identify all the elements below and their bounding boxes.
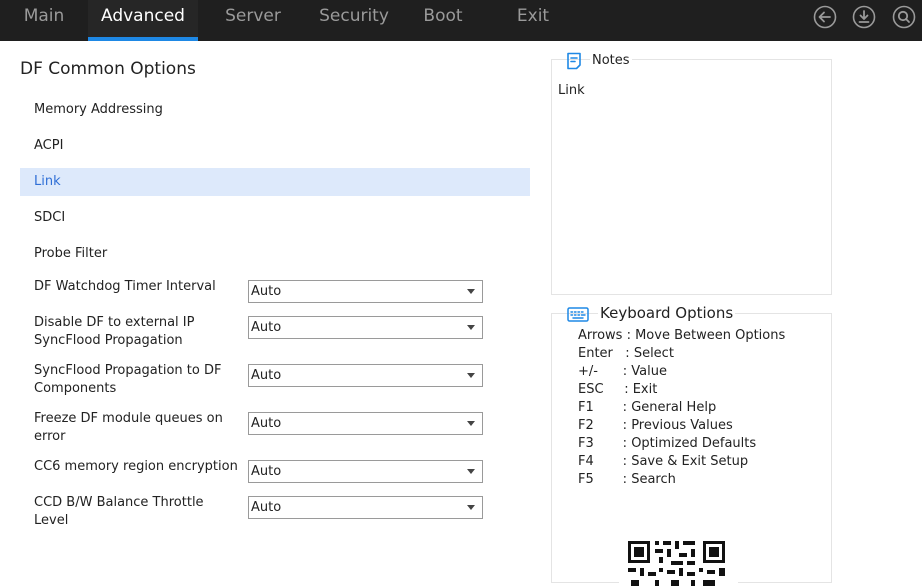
key-name: F1 [578,400,594,415]
keyboard-line: F4 : Save & Exit Setup [578,454,748,469]
select-value: Auto [251,500,282,515]
key-description: : Search [593,472,676,487]
keyboard-line: F3 : Optimized Defaults [578,436,756,451]
option-label-df-watchdog: DF Watchdog Timer Interval [34,279,216,294]
tab-advanced[interactable]: Advanced [88,0,198,41]
select-value: Auto [251,464,282,479]
key-name: +/- [578,364,598,379]
chevron-down-icon [467,325,475,330]
key-name: F4 [578,454,594,469]
cc6-encryption-select[interactable]: Auto [248,460,483,483]
key-description: : Exit [603,382,658,397]
key-description: : Previous Values [593,418,733,433]
key-description: : Move Between Options [622,328,786,343]
menu-item-acpi[interactable]: ACPI [20,132,530,160]
chevron-down-icon [467,469,475,474]
keyboard-line: F2 : Previous Values [578,418,733,433]
page-title: DF Common Options [20,59,196,79]
chevron-down-icon [467,421,475,426]
notes-title: Notes [590,53,632,68]
keyboard-line: +/- : Value [578,364,667,379]
tab-exit[interactable]: Exit [486,0,580,41]
option-label-disable-df-syncflood: Disable DF to external IP SyncFlood Prop… [34,315,195,348]
keyboard-icon [567,305,589,323]
syncflood-propagation-select[interactable]: Auto [248,364,483,387]
keyboard-line: Arrows : Move Between Options [578,328,785,343]
tab-server[interactable]: Server [198,0,308,41]
chevron-down-icon [467,289,475,294]
key-name: F2 [578,418,594,433]
key-name: Enter [578,346,613,361]
menu-item-link[interactable]: Link [20,168,530,196]
key-description: : Save & Exit Setup [593,454,749,469]
select-value: Auto [251,368,282,383]
menu-item-memory-addressing[interactable]: Memory Addressing [20,96,530,124]
chevron-down-icon [467,373,475,378]
keyboard-line: Enter : Select [578,346,674,361]
tab-main[interactable]: Main [0,0,88,41]
key-name: F3 [578,436,594,451]
df-watchdog-select[interactable]: Auto [248,280,483,303]
notes-icon [566,52,582,70]
notes-text: Link [558,83,585,98]
tab-security[interactable]: Security [308,0,400,41]
download-icon[interactable] [852,5,876,29]
menu-item-probe-filter[interactable]: Probe Filter [20,240,530,268]
select-value: Auto [251,416,282,431]
keyboard-line: F1 : General Help [578,400,716,415]
key-name: ESC [578,382,604,397]
disable-df-syncflood-select[interactable]: Auto [248,316,483,339]
keyboard-line: F5 : Search [578,472,676,487]
option-label-cc6-encryption: CC6 memory region encryption [34,459,238,474]
search-icon[interactable] [892,5,916,29]
keyboard-options-title: Keyboard Options [598,304,736,322]
key-description: : General Help [593,400,717,415]
top-nav-bar: Main Advanced Server Security Boot Exit [0,0,922,41]
key-description: : Value [597,364,667,379]
tab-boot[interactable]: Boot [400,0,486,41]
menu-item-sdci[interactable]: SDCI [20,204,530,232]
option-label-ccd-bw-throttle: CCD B/W Balance Throttle Level [34,495,204,528]
key-name: Arrows [578,328,623,343]
key-description: : Select [612,346,674,361]
keyboard-line: ESC : Exit [578,382,657,397]
qr-code-icon [619,528,738,588]
back-icon[interactable] [813,5,837,29]
key-name: F5 [578,472,594,487]
ccd-bw-throttle-select[interactable]: Auto [248,496,483,519]
chevron-down-icon [467,505,475,510]
key-description: : Optimized Defaults [593,436,757,451]
select-value: Auto [251,284,282,299]
option-label-freeze-df-queues: Freeze DF module queues on error [34,411,223,444]
option-label-syncflood-propagation: SyncFlood Propagation to DF Components [34,363,222,396]
freeze-df-queues-select[interactable]: Auto [248,412,483,435]
main-content: DF Common Options Memory Addressing ACPI… [0,41,922,588]
notes-panel [551,59,832,295]
select-value: Auto [251,320,282,335]
